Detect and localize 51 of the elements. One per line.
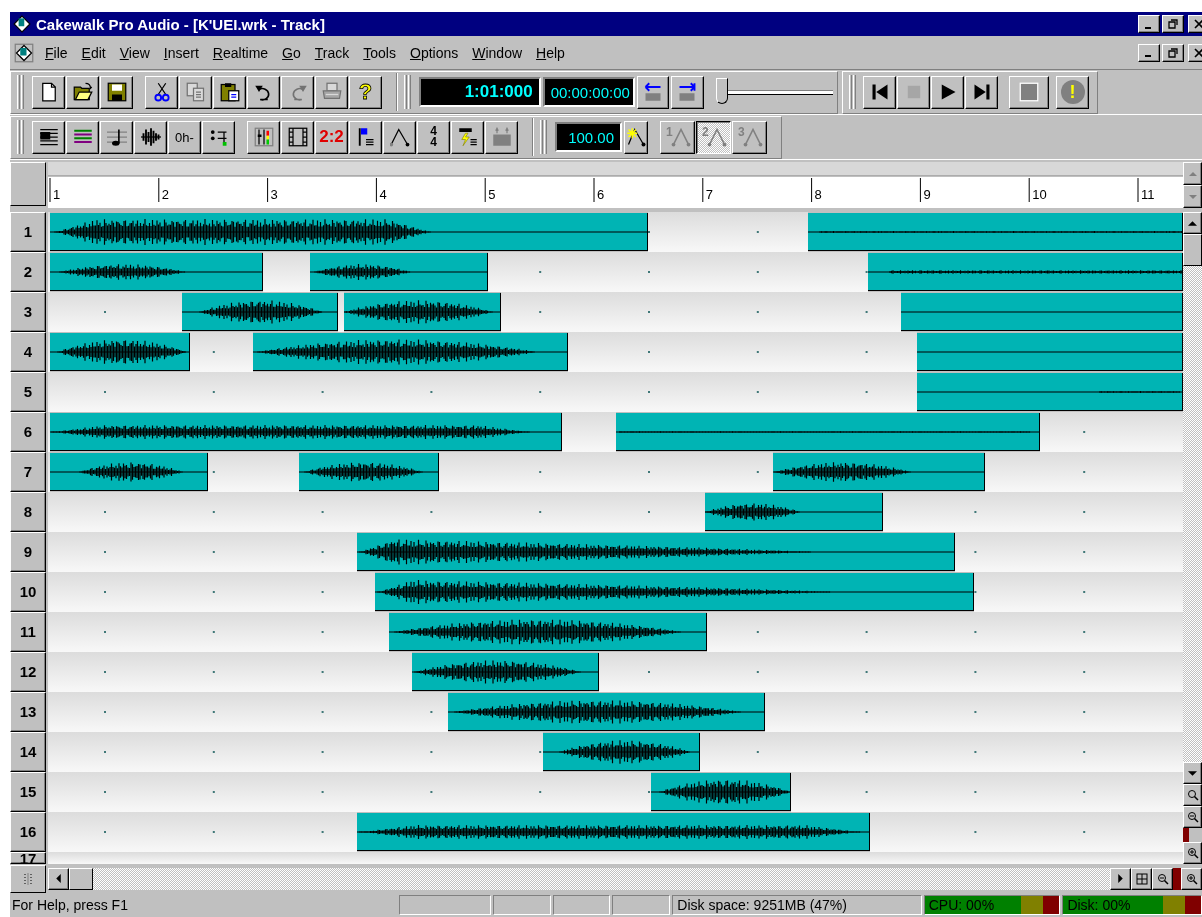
menu-item[interactable]: File xyxy=(38,44,75,61)
measure-number: 4 xyxy=(379,187,387,202)
transport-button[interactable]: ! xyxy=(1056,75,1089,109)
menu-item[interactable]: Tools xyxy=(356,44,403,61)
time-ruler[interactable]: 1 2 3 4 5 6 7 8 9 10 11 xyxy=(48,162,1183,208)
track-number-button[interactable]: 12 xyxy=(10,652,46,692)
track-number-button[interactable]: 10 xyxy=(10,572,46,612)
track-number-button[interactable]: 2 xyxy=(10,252,46,292)
menu-item[interactable]: Window xyxy=(465,44,530,61)
status-help-text: For Help, press F1 xyxy=(11,897,129,913)
measure-number: 2 xyxy=(161,187,170,202)
track-number-button[interactable]: 14 xyxy=(10,732,46,772)
toolbar-button[interactable]: 4 4 xyxy=(417,120,450,154)
track-number-button[interactable]: 11 xyxy=(10,612,46,652)
punch-button[interactable]: 2 xyxy=(696,120,731,154)
menu-item[interactable]: Insert xyxy=(156,44,206,61)
disk-reading: Disk: 00% xyxy=(1066,897,1132,913)
measure-number: 6 xyxy=(597,187,605,202)
track-number-button[interactable]: 15 xyxy=(10,772,46,812)
track-number-button[interactable]: 7 xyxy=(10,452,46,492)
tempo-display[interactable]: 100.00 xyxy=(555,122,623,152)
measure-number: 10 xyxy=(1032,187,1047,202)
menu-item[interactable]: Options xyxy=(403,44,466,61)
measure-number: 1 xyxy=(53,187,61,202)
menu-item[interactable]: Help xyxy=(529,44,572,61)
track-number-button[interactable]: 5 xyxy=(10,372,46,412)
track-number-button[interactable]: 3 xyxy=(10,292,46,332)
track-number-button[interactable]: 8 xyxy=(10,492,46,532)
measure-number: 3 xyxy=(270,187,278,202)
track-number-button[interactable]: 4 xyxy=(10,332,46,372)
menu-item[interactable]: Realtime xyxy=(205,44,276,61)
menu-item[interactable]: Go xyxy=(275,44,308,61)
measure-number: 9 xyxy=(923,187,931,202)
track-number-button[interactable]: 6 xyxy=(10,412,46,452)
measure-number: 5 xyxy=(488,187,496,202)
track-number-button[interactable]: 16 xyxy=(10,812,46,852)
menu-item[interactable]: Track xyxy=(307,44,357,61)
toolbar-button[interactable]: 0h- xyxy=(168,120,201,154)
time-display[interactable]: 1:01:000 xyxy=(419,77,541,107)
track-number-button[interactable]: 1 xyxy=(10,212,46,252)
measure-number: 11 xyxy=(1141,187,1155,202)
menu-item[interactable]: View xyxy=(112,44,157,61)
menu-item[interactable]: Edit xyxy=(74,44,113,61)
measure-number: 8 xyxy=(814,187,822,202)
window-title: Cakewalk Pro Audio - [K'UEI.wrk - Track] xyxy=(36,15,325,33)
disk-space-status: Disk space: 9251MB (47%) xyxy=(672,895,922,915)
track-number-button[interactable]: 13 xyxy=(10,692,46,732)
track-number-button[interactable]: 9 xyxy=(10,532,46,572)
cpu-reading: CPU: 00% xyxy=(927,897,996,913)
measure-number: 7 xyxy=(705,187,714,202)
smpte-display[interactable]: 00:00:00:00 xyxy=(542,77,635,107)
